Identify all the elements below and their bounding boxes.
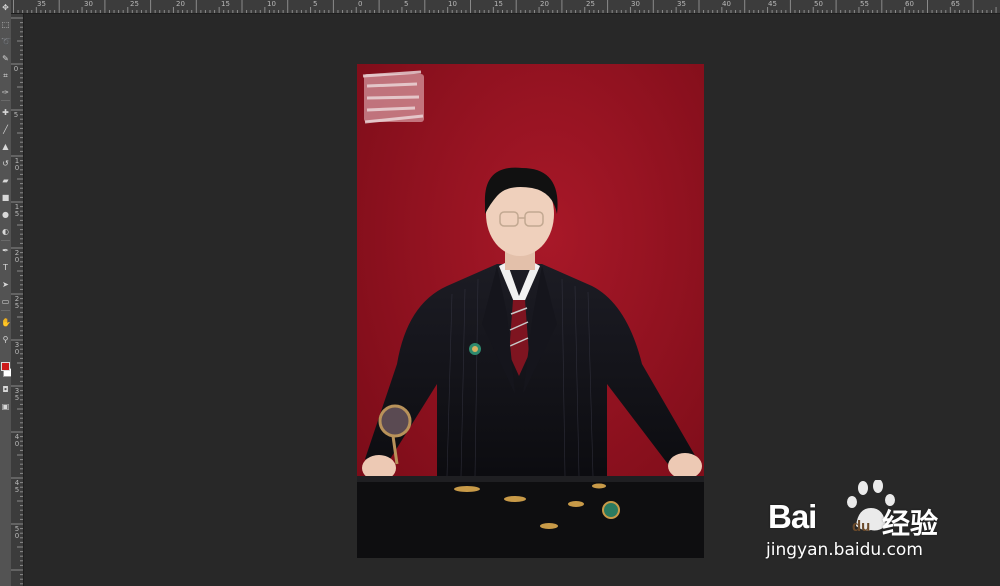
ruler-label: 4 0 <box>14 433 20 448</box>
dodge-tool-icon[interactable]: ◐ <box>1 227 10 236</box>
ruler-label: 5 0 <box>14 525 20 540</box>
ruler-label: 55 <box>860 0 869 8</box>
type-tool-icon[interactable]: T <box>1 263 10 272</box>
screen-mode-icon[interactable]: ▣ <box>1 402 10 411</box>
brush-tool-icon[interactable]: ╱ <box>1 125 10 134</box>
lasso-tool-icon[interactable]: ➰ <box>1 37 11 46</box>
ruler-label: 10 <box>267 0 276 8</box>
ruler-label: 30 <box>631 0 640 8</box>
blur-tool-icon[interactable]: ● <box>1 210 10 219</box>
eyedropper-tool-icon[interactable]: ✑ <box>1 88 10 97</box>
rectangle-tool-icon[interactable]: ▭ <box>1 297 10 306</box>
quick-mask-icon[interactable]: ◘ <box>1 385 10 394</box>
foreground-color-swatch[interactable] <box>1 362 10 371</box>
ruler-label: 30 <box>84 0 93 8</box>
ruler-label: 45 <box>768 0 777 8</box>
vertical-ruler[interactable]: 0 5 1 0 1 5 2 0 2 5 3 0 3 5 4 0 4 5 5 0 <box>11 14 24 586</box>
crop-tool-icon[interactable]: ⌗ <box>1 71 10 80</box>
ruler-label: 60 <box>905 0 914 8</box>
ruler-label: 15 <box>494 0 503 8</box>
quick-select-tool-icon[interactable]: ✎ <box>1 54 10 63</box>
horizontal-ruler[interactable]: 35 30 25 20 15 10 5 0 5 10 15 20 25 30 3… <box>11 0 1000 14</box>
pen-tool-icon[interactable]: ✒ <box>1 246 10 255</box>
ruler-label: 3 5 <box>14 387 20 402</box>
watermark-suffix: 经验 <box>882 507 939 540</box>
history-brush-tool-icon[interactable]: ↺ <box>1 159 10 168</box>
baidu-jingyan-watermark: Bai du 经验 jingyan.baidu.com <box>766 479 966 570</box>
watermark-brand: Bai <box>768 498 817 535</box>
ruler-label: 3 0 <box>14 341 20 356</box>
ruler-label: 0 <box>13 65 19 73</box>
ruler-label: 5 <box>313 0 318 8</box>
gradient-tool-icon[interactable]: ■ <box>1 193 10 202</box>
ruler-label: 25 <box>586 0 595 8</box>
ruler-label: 5 <box>404 0 409 8</box>
ruler-label: 15 <box>221 0 230 8</box>
move-tool-icon[interactable]: ✥ <box>1 3 10 12</box>
ruler-label: 40 <box>722 0 731 8</box>
ruler-label: 2 0 <box>14 249 20 264</box>
ruler-label: 0 <box>358 0 363 8</box>
ruler-label: 1 0 <box>14 157 20 172</box>
ruler-label: 5 <box>13 111 19 119</box>
ruler-label: 20 <box>540 0 549 8</box>
ruler-label: 10 <box>448 0 457 8</box>
healing-brush-tool-icon[interactable]: ✚ <box>1 108 10 117</box>
ruler-label: 20 <box>176 0 185 8</box>
ruler-label: 50 <box>814 0 823 8</box>
marquee-tool-icon[interactable]: ⬚ <box>1 20 10 29</box>
path-select-tool-icon[interactable]: ➤ <box>1 280 10 289</box>
ruler-label: 2 5 <box>14 295 20 310</box>
hand-tool-icon[interactable]: ✋ <box>1 318 11 327</box>
zoom-tool-icon[interactable]: ⚲ <box>1 335 10 344</box>
portrait-photo <box>357 64 704 558</box>
ruler-label: 65 <box>951 0 960 8</box>
watermark-url: jingyan.baidu.com <box>766 540 923 560</box>
clone-stamp-tool-icon[interactable]: ▲ <box>1 142 10 151</box>
watermark-du-text: du <box>852 518 871 535</box>
document-image[interactable] <box>357 64 704 558</box>
ruler-label: 25 <box>130 0 139 8</box>
ruler-label: 35 <box>677 0 686 8</box>
eraser-tool-icon[interactable]: ▰ <box>1 176 10 185</box>
horizontal-ruler-ticks <box>13 0 997 13</box>
ruler-label: 35 <box>37 0 46 8</box>
ruler-label: 1 5 <box>14 203 20 218</box>
blurred-logo <box>362 70 424 124</box>
ruler-label: 4 5 <box>14 479 20 494</box>
